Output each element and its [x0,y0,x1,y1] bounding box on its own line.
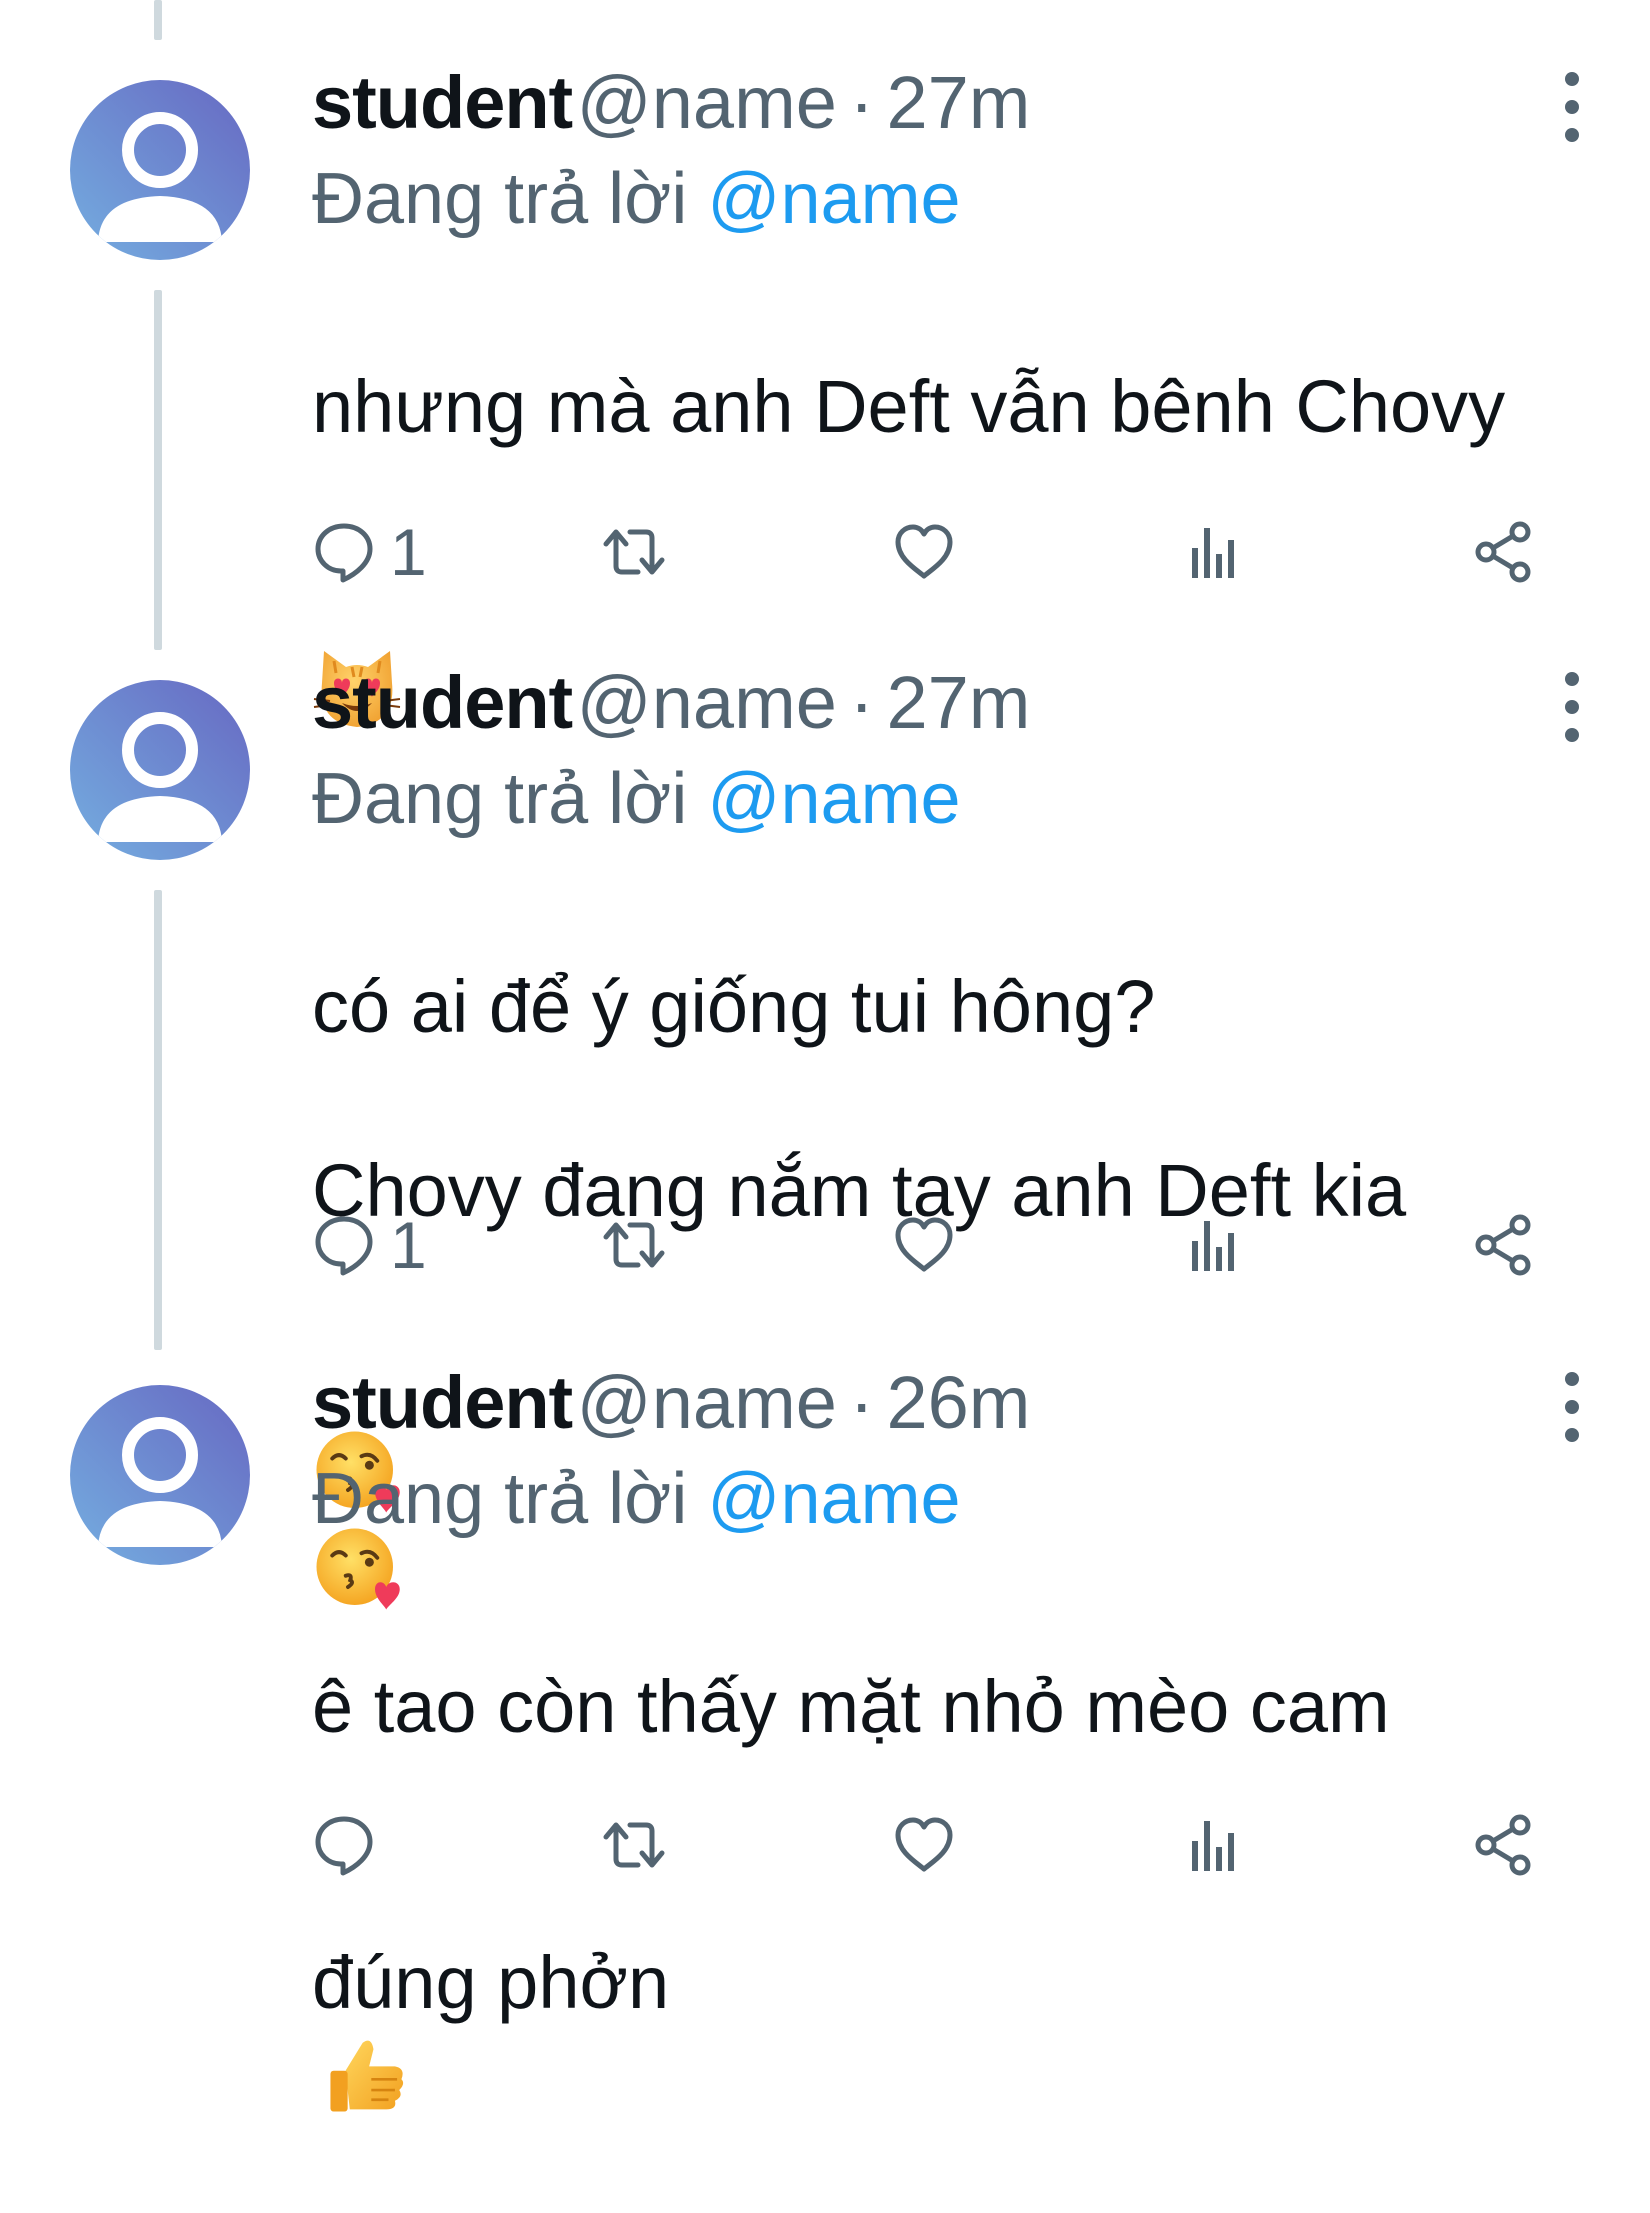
user-handle[interactable]: @name [577,1361,837,1444]
like-button[interactable] [892,1805,956,1885]
reply-icon [312,1213,376,1277]
separator: · [849,61,874,144]
retweet-button[interactable] [602,1205,666,1285]
replying-to-label: Đang trả lời [312,759,688,839]
tweet-text-line: ê tao còn thấy mặt nhỏ mèo cam [312,1665,1390,1748]
user-avatar-icon [70,80,250,260]
replying-to-handle[interactable]: @name [707,159,960,239]
tweet-text-line: đúng phởn [312,1941,670,2024]
display-name[interactable]: student [312,61,573,144]
replying-to: Đang trả lời @name [312,151,1602,247]
share-button[interactable] [1472,512,1536,592]
tweet-text-line: có ai để ý giống tui hông? [312,965,1156,1048]
share-icon [1472,520,1536,584]
tweet-text-line: nhưng mà anh Deft vẫn bênh Chovy [312,365,1506,448]
separator: · [849,1361,874,1444]
tweet-header: student @name · 27m [312,655,1602,751]
avatar[interactable] [70,1385,250,1565]
analytics-button[interactable] [1182,1205,1246,1285]
reply-icon [312,520,376,584]
tweet[interactable]: student @name · 26m Đang trả lời @name ê… [0,1350,1650,1920]
retweet-button[interactable] [602,512,666,592]
replying-to: Đang trả lời @name [312,1451,1602,1547]
reply-button[interactable]: 1 [312,1205,427,1285]
analytics-icon [1182,520,1246,584]
analytics-button[interactable] [1182,512,1246,592]
share-icon [1472,1813,1536,1877]
action-bar: 1 [312,512,1552,592]
reply-icon [312,1813,376,1877]
tweet[interactable]: student @name · 27m Đang trả lời @name c… [0,650,1650,1350]
action-bar: 1 [312,1205,1552,1285]
tweet-text: ê tao còn thấy mặt nhỏ mèo cam đúng phởn [312,1569,1602,2213]
display-name[interactable]: student [312,661,573,744]
timestamp[interactable]: 27m [886,61,1030,144]
replying-to-handle[interactable]: @name [707,759,960,839]
like-icon [892,1213,956,1277]
reply-count: 1 [390,515,427,589]
like-button[interactable] [892,1205,956,1285]
user-handle[interactable]: @name [577,661,837,744]
like-button[interactable] [892,512,956,592]
user-handle[interactable]: @name [577,61,837,144]
avatar[interactable] [70,80,250,260]
action-bar [312,1805,1552,1885]
replying-to: Đang trả lời @name [312,751,1602,847]
tweet[interactable]: student @name · 27m Đang trả lời @name n… [0,0,1650,650]
retweet-icon [602,520,666,584]
share-button[interactable] [1472,1205,1536,1285]
timestamp[interactable]: 27m [886,661,1030,744]
reply-count: 1 [390,1208,427,1282]
more-options-icon[interactable] [1558,672,1586,742]
replying-to-label: Đang trả lời [312,1459,688,1539]
retweet-icon [602,1813,666,1877]
replying-to-label: Đang trả lời [312,159,688,239]
timestamp[interactable]: 26m [886,1361,1030,1444]
tweet-header: student @name · 27m [312,55,1602,151]
thumbs-up-emoji [324,2032,410,2118]
share-icon [1472,1213,1536,1277]
retweet-icon [602,1213,666,1277]
share-button[interactable] [1472,1805,1536,1885]
replying-to-handle[interactable]: @name [707,1459,960,1539]
more-options-icon[interactable] [1558,1372,1586,1442]
like-icon [892,520,956,584]
reply-button[interactable] [312,1805,390,1885]
avatar[interactable] [70,680,250,860]
tweet-thread: student @name · 27m Đang trả lời @name n… [0,0,1650,1920]
analytics-button[interactable] [1182,1805,1246,1885]
analytics-icon [1182,1813,1246,1877]
user-avatar-icon [70,1385,250,1565]
analytics-icon [1182,1213,1246,1277]
user-avatar-icon [70,680,250,860]
more-options-icon[interactable] [1558,72,1586,142]
like-icon [892,1813,956,1877]
reply-button[interactable]: 1 [312,512,427,592]
display-name[interactable]: student [312,1361,573,1444]
tweet-text-line-with-emoji: đúng phởn [312,1845,1602,2121]
tweet-header: student @name · 26m [312,1355,1602,1451]
retweet-button[interactable] [602,1805,666,1885]
separator: · [849,661,874,744]
